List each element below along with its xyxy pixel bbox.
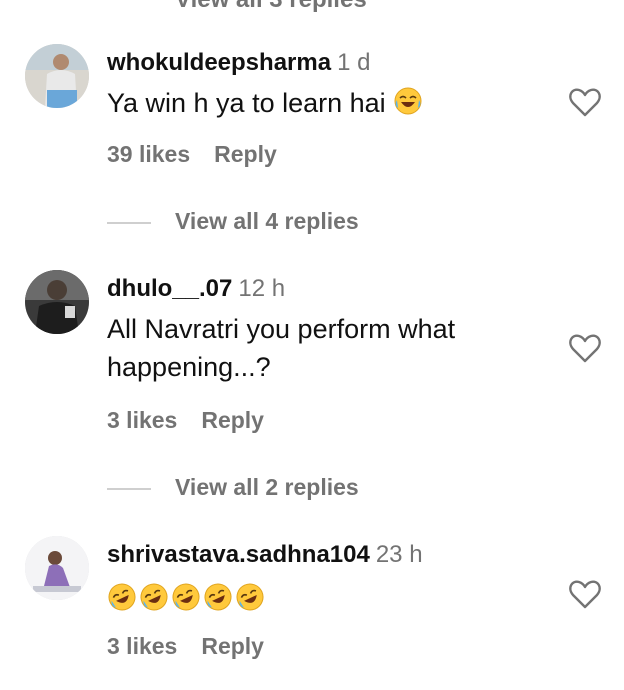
rolling-on-floor-laughing-icon: [139, 582, 169, 612]
comment-text-line: happening...?: [107, 352, 271, 382]
comment-text-content: Ya win h ya to learn hai: [107, 88, 386, 118]
rolling-on-floor-laughing-icon: [107, 582, 137, 612]
likes-count[interactable]: 3 likes: [107, 407, 177, 434]
view-replies-label: View all 4 replies: [175, 208, 359, 234]
username[interactable]: dhulo__.07: [107, 275, 232, 302]
rolling-on-floor-laughing-icon: [203, 582, 233, 612]
comment-text-line: All Navratri you perform what: [107, 314, 456, 344]
face-with-tears-of-joy-icon: [393, 86, 423, 116]
avatar[interactable]: [25, 44, 89, 108]
timestamp: 23 h: [375, 541, 423, 568]
like-heart-icon[interactable]: [568, 86, 602, 118]
username[interactable]: shrivastava.sadhna104: [107, 541, 370, 568]
reply-button[interactable]: Reply: [201, 633, 264, 660]
view-replies-button[interactable]: View all 4 replies: [107, 208, 359, 235]
avatar-image: [25, 536, 89, 600]
view-replies-label: View all 3 replies: [175, 0, 367, 13]
emoji-row: [107, 582, 265, 612]
rolling-on-floor-laughing-icon: [235, 582, 265, 612]
comment-text: [107, 576, 547, 614]
view-replies-clipped[interactable]: View all 3 replies: [175, 0, 367, 14]
reply-button[interactable]: Reply: [201, 407, 264, 434]
avatar-image: [25, 270, 89, 334]
thread-divider: [107, 487, 151, 490]
like-heart-icon[interactable]: [568, 332, 602, 364]
like-heart-icon[interactable]: [568, 578, 602, 610]
avatar-image: [25, 44, 89, 108]
comment-text: Ya win h ya to learn hai: [107, 84, 547, 122]
likes-count[interactable]: 3 likes: [107, 633, 177, 660]
view-replies-label: View all 2 replies: [175, 474, 359, 500]
rolling-on-floor-laughing-icon: [171, 582, 201, 612]
reply-button[interactable]: Reply: [214, 141, 277, 168]
likes-count[interactable]: 39 likes: [107, 141, 190, 168]
avatar[interactable]: [25, 536, 89, 600]
comment-text: All Navratri you perform what happening.…: [107, 310, 547, 386]
username[interactable]: whokuldeepsharma: [107, 49, 331, 76]
thread-divider: [107, 221, 151, 224]
timestamp: 12 h: [238, 275, 286, 302]
timestamp: 1 d: [337, 49, 371, 76]
view-replies-button[interactable]: View all 2 replies: [107, 474, 359, 501]
avatar[interactable]: [25, 270, 89, 334]
